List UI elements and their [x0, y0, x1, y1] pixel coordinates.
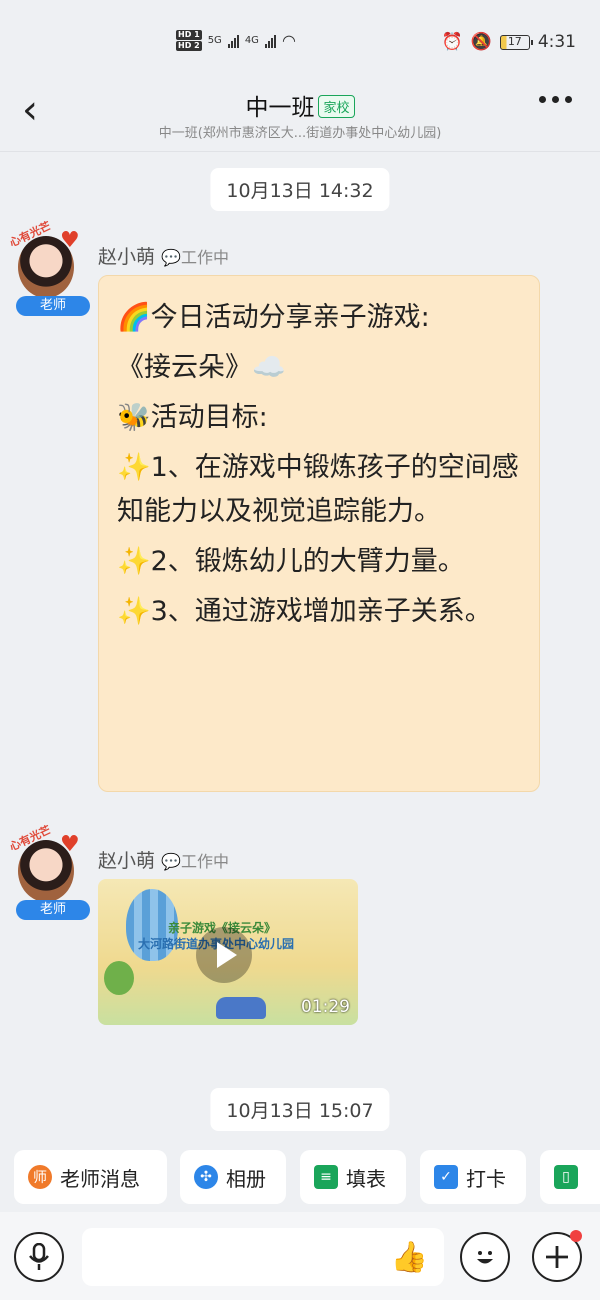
video-message[interactable]: 亲子游戏《接云朵》 大河路街道办事处中心幼儿园 01:29 [98, 879, 358, 1025]
form-button[interactable]: ≡ 填表 [300, 1150, 406, 1204]
smiley-icon[interactable] [460, 1232, 510, 1282]
network-4g: 4G [244, 35, 259, 46]
form-icon: ≡ [314, 1165, 338, 1189]
checkin-icon: ✓ [434, 1165, 458, 1189]
message-line: ✨2、锻炼幼儿的大臂力量。 [117, 546, 465, 577]
signal-icon [227, 34, 239, 48]
checkin-button[interactable]: ✓ 打卡 [420, 1150, 526, 1204]
battery-icon: 17 [499, 34, 533, 50]
message-line: 《接云朵》☁️ [117, 352, 286, 383]
message-line: 🌈今日活动分享亲子游戏: [117, 302, 430, 333]
page-title: 中一班 [245, 95, 315, 121]
timestamp: 10月13日 15:07 [210, 1088, 390, 1131]
message-line: ✨3、通过游戏增加亲子关系。 [117, 596, 492, 627]
network-5g: 5G [207, 35, 222, 46]
signal-icon-2 [264, 34, 276, 48]
hd2-badge: HD 2 [176, 41, 202, 51]
sender-label: 赵小萌 [98, 850, 156, 872]
role-badge: 老师 [16, 900, 90, 920]
avatar[interactable]: 心有光芒 ♥ 老师 [8, 823, 90, 920]
heart-icon: ♥ [60, 228, 80, 253]
network-indicators: HD 1 HD 2 5G 4G ◠ [176, 30, 296, 51]
message-line: 🐝活动目标: [117, 402, 268, 433]
video-duration: 01:29 [301, 997, 350, 1017]
status-right: ⏰ 🔕 17 4:31 [441, 32, 576, 52]
message-bubble[interactable]: 🌈今日活动分享亲子游戏: 《接云朵》☁️ 🐝活动目标: ✨1、在游戏中锻炼孩子的… [98, 275, 540, 792]
sender-name: 赵小萌 💬工作中 [98, 846, 229, 873]
wifi-icon: ◠ [281, 31, 296, 50]
more-dots-icon[interactable] [539, 96, 572, 103]
work-status: 💬工作中 [161, 852, 229, 871]
thumbs-up-icon[interactable]: 👍 [391, 1240, 428, 1275]
action-label: 打卡 [466, 1166, 506, 1191]
work-status: 💬工作中 [161, 248, 229, 267]
message-input[interactable]: 👍 [82, 1228, 444, 1286]
avatar[interactable]: 心有光芒 ♥ 老师 [8, 219, 90, 316]
teacher-icon: 师 [28, 1165, 52, 1189]
timestamp: 10月13日 14:32 [210, 168, 390, 211]
status-bar: HD 1 HD 2 5G 4G ◠ ⏰ 🔕 17 4:31 [0, 0, 600, 80]
mute-icon: 🔕 [470, 32, 492, 52]
album-button[interactable]: ✣ 相册 [180, 1150, 286, 1204]
page-subtitle: 中一班(郑州市惠济区大...街道办事处中心幼儿园) [158, 126, 442, 141]
chat-header: ‹ 中一班 家校 中一班(郑州市惠济区大...街道办事处中心幼儿园) [0, 80, 600, 152]
tree-graphic [104, 961, 134, 995]
sender-label: 赵小萌 [98, 246, 156, 268]
sender-name: 赵小萌 💬工作中 [98, 242, 229, 269]
microphone-icon[interactable] [14, 1232, 64, 1282]
play-icon[interactable] [196, 927, 252, 983]
car-graphic [216, 997, 266, 1019]
teacher-messages-button[interactable]: 师 老师消息 [14, 1150, 167, 1204]
input-bar: 👍 [0, 1212, 600, 1300]
quick-actions: 师 老师消息 ✣ 相册 ≡ 填表 ✓ 打卡 ▯ [0, 1150, 600, 1206]
plus-icon[interactable] [532, 1230, 582, 1282]
clock: 4:31 [537, 32, 576, 52]
role-badge: 老师 [16, 296, 90, 316]
notebook-button[interactable]: ▯ [540, 1150, 600, 1204]
action-label: 相册 [226, 1166, 266, 1191]
group-tag: 家校 [318, 95, 355, 118]
heart-icon: ♥ [60, 832, 80, 857]
title-row: 中一班 家校 [0, 88, 600, 122]
notification-dot [570, 1230, 582, 1242]
hd1-badge: HD 1 [176, 30, 202, 40]
album-icon: ✣ [194, 1165, 218, 1189]
notebook-icon: ▯ [554, 1165, 578, 1189]
action-label: 老师消息 [60, 1166, 140, 1191]
action-label: 填表 [346, 1166, 386, 1191]
alarm-icon: ⏰ [441, 32, 463, 52]
message-line: ✨1、在游戏中锻炼孩子的空间感知能力以及视觉追踪能力。 [117, 452, 519, 527]
